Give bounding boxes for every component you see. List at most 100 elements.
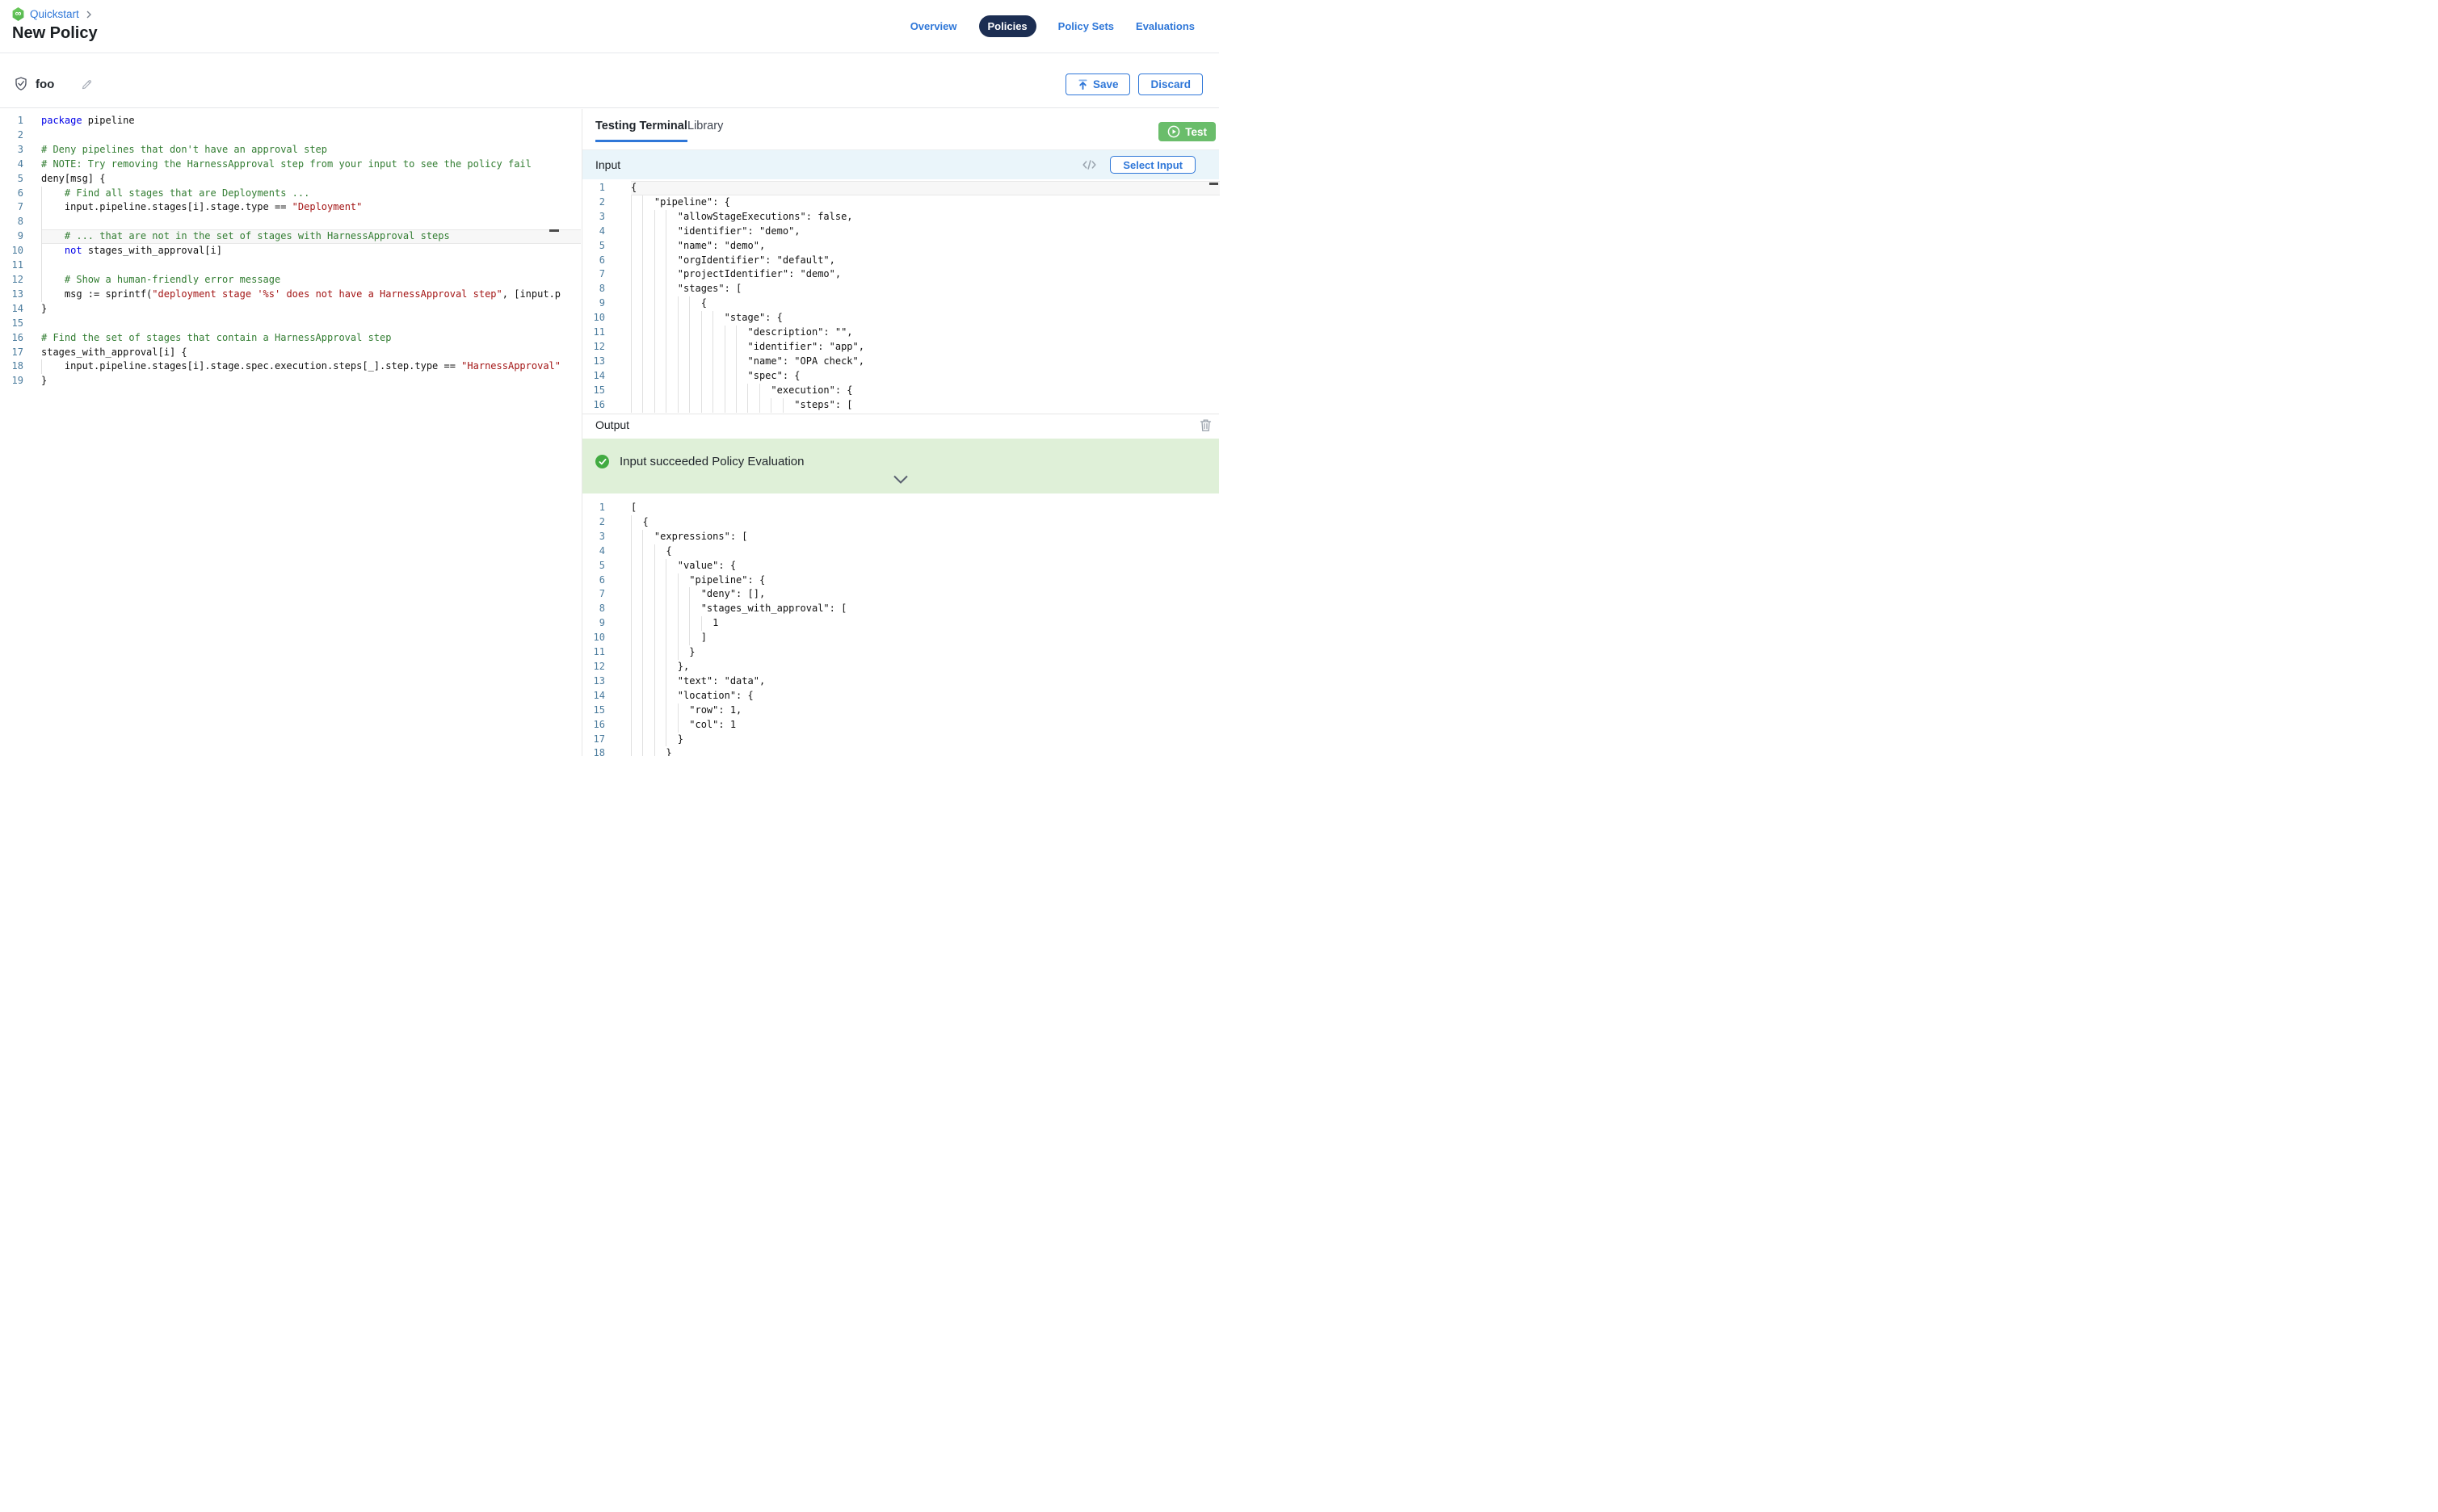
line-number: 17 <box>0 346 29 360</box>
code-line: 16 "steps": [ <box>582 398 1220 413</box>
code-line: 9 { <box>582 296 1220 311</box>
overview-ruler-mark <box>1209 183 1218 185</box>
code-line: 4# NOTE: Try removing the HarnessApprova… <box>0 158 581 172</box>
tab-library[interactable]: Library <box>687 120 723 132</box>
line-number: 4 <box>0 158 29 172</box>
code-line: 11 "description": "", <box>582 326 1220 340</box>
chevron-right-icon <box>85 10 93 19</box>
line-number: 3 <box>0 143 29 158</box>
tab-policy-sets[interactable]: Policy Sets <box>1058 20 1114 32</box>
code-line: 13 msg := sprintf("deployment stage '%s'… <box>0 288 581 302</box>
line-number: 14 <box>582 689 618 704</box>
line-number: 2 <box>0 128 29 143</box>
line-number: 1 <box>582 501 618 515</box>
code-line: 13 "text": "data", <box>582 674 1220 689</box>
code-line: 11 <box>0 258 581 273</box>
line-number: 4 <box>582 544 618 559</box>
line-number: 2 <box>582 515 618 530</box>
output-label: Output <box>595 418 629 431</box>
edit-pencil-icon[interactable] <box>81 78 93 90</box>
breadcrumb-quickstart-link[interactable]: Quickstart <box>30 8 79 20</box>
line-number: 5 <box>582 239 618 254</box>
line-number: 6 <box>0 187 29 201</box>
select-input-button[interactable]: Select Input <box>1110 156 1196 174</box>
line-number: 3 <box>582 530 618 544</box>
policy-name: foo <box>36 78 54 91</box>
evaluation-status-text: Input succeeded Policy Evaluation <box>620 455 804 468</box>
upload-icon <box>1078 79 1088 90</box>
line-number: 18 <box>582 746 618 756</box>
line-number: 13 <box>0 288 29 302</box>
evaluation-success-banner[interactable]: Input succeeded Policy Evaluation <box>582 439 1219 494</box>
save-button-label: Save <box>1093 78 1119 90</box>
line-number: 16 <box>582 398 618 413</box>
line-number: 15 <box>582 384 618 398</box>
input-label: Input <box>595 158 620 171</box>
code-line: 15 "row": 1, <box>582 704 1220 718</box>
line-number: 6 <box>582 254 618 268</box>
line-number: 19 <box>0 374 29 388</box>
code-line: 6 # Find all stages that are Deployments… <box>0 187 581 201</box>
line-number: 14 <box>0 302 29 317</box>
code-line: 10 ] <box>582 631 1220 645</box>
code-line: 13 "name": "OPA check", <box>582 355 1220 369</box>
input-json-editor[interactable]: 1{2 "pipeline": {3 "allowStageExecutions… <box>582 179 1220 414</box>
code-line: 2 { <box>582 515 1220 530</box>
policy-identity: foo <box>14 76 93 92</box>
code-line: 14 "location": { <box>582 689 1220 704</box>
code-line: 6 "pipeline": { <box>582 573 1220 588</box>
tab-testing-terminal[interactable]: Testing Terminal <box>595 120 687 142</box>
policy-hexagon-icon: ∞ <box>12 7 24 21</box>
toolbar-buttons: Save Discard <box>1066 74 1203 95</box>
line-number: 10 <box>582 631 618 645</box>
code-line: 4 { <box>582 544 1220 559</box>
code-line: 2 <box>0 128 581 143</box>
policy-toolbar <box>0 54 1219 108</box>
line-number: 13 <box>582 674 618 689</box>
code-line: 4 "identifier": "demo", <box>582 225 1220 239</box>
line-number: 9 <box>582 296 618 311</box>
chevron-down-icon[interactable] <box>893 474 909 489</box>
output-section-header: Output <box>582 414 1219 435</box>
tab-overview[interactable]: Overview <box>910 20 957 32</box>
code-brackets-icon[interactable] <box>1082 159 1096 170</box>
overview-ruler-mark <box>549 229 559 232</box>
code-line: 11 } <box>582 645 1220 660</box>
discard-button[interactable]: Discard <box>1138 74 1203 95</box>
line-number: 9 <box>0 229 29 244</box>
line-number: 7 <box>0 200 29 215</box>
code-line: 3 "expressions": [ <box>582 530 1220 544</box>
line-number: 15 <box>582 704 618 718</box>
line-number: 10 <box>582 311 618 326</box>
code-line: 17stages_with_approval[i] { <box>0 346 581 360</box>
input-section-header: Input Select Input <box>582 150 1219 179</box>
line-number: 3 <box>582 210 618 225</box>
success-check-icon <box>595 455 609 468</box>
tab-evaluations[interactable]: Evaluations <box>1136 20 1195 32</box>
trash-icon[interactable] <box>1200 418 1212 432</box>
code-line: 5 "value": { <box>582 559 1220 573</box>
output-json-editor[interactable]: 1[2 {3 "expressions": [4 {5 "value": {6 … <box>582 494 1220 756</box>
test-button[interactable]: Test <box>1158 122 1216 141</box>
page-title: New Policy <box>12 24 98 43</box>
line-number: 12 <box>582 340 618 355</box>
code-line: 10 not stages_with_approval[i] <box>0 244 581 258</box>
line-number: 16 <box>0 331 29 346</box>
code-line: 15 "execution": { <box>582 384 1220 398</box>
tab-policies[interactable]: Policies <box>979 15 1036 37</box>
code-line: 18 input.pipeline.stages[i].stage.spec.e… <box>0 359 581 374</box>
rego-code-editor[interactable]: 1package pipeline2 3# Deny pipelines tha… <box>0 109 581 756</box>
code-line: 2 "pipeline": { <box>582 195 1220 210</box>
code-line: 1[ <box>582 501 1220 515</box>
line-number: 12 <box>0 273 29 288</box>
save-button[interactable]: Save <box>1066 74 1131 95</box>
line-number: 2 <box>582 195 618 210</box>
line-number: 14 <box>582 369 618 384</box>
code-line: 7 "deny": [], <box>582 587 1220 602</box>
code-line: 18 } <box>582 746 1220 756</box>
line-number: 4 <box>582 225 618 239</box>
line-number: 1 <box>582 181 618 195</box>
line-number: 11 <box>0 258 29 273</box>
code-line: 12 }, <box>582 660 1220 674</box>
line-number: 9 <box>582 616 618 631</box>
